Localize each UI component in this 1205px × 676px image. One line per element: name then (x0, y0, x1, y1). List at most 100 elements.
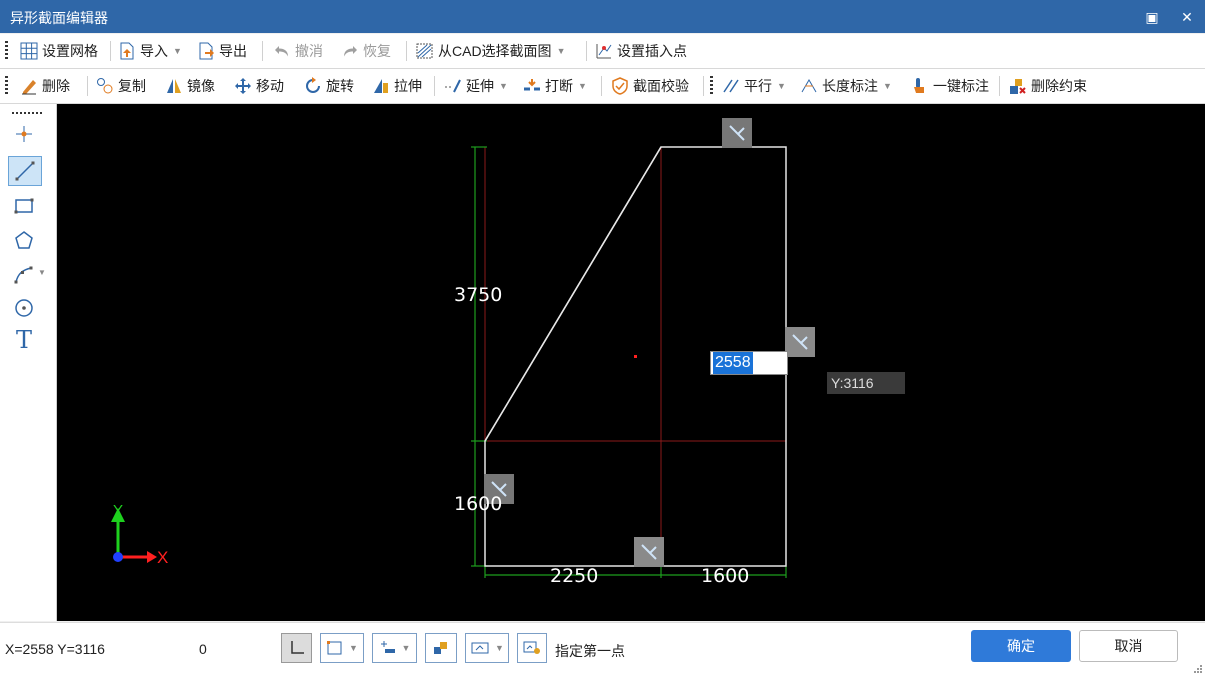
chevron-down-icon[interactable]: ▼ (883, 81, 892, 91)
toolbar-grip[interactable] (12, 112, 44, 114)
cad-select-label: 从CAD选择截面图 (438, 43, 552, 59)
chevron-down-icon[interactable]: ▼ (402, 643, 411, 653)
break-button[interactable]: 打断 ▼ (523, 74, 587, 98)
stretch-button[interactable]: 拉伸 (372, 74, 422, 98)
polyline-icon (14, 266, 33, 284)
restore-button[interactable]: ▣ (1142, 7, 1162, 27)
parallel-icon (723, 79, 739, 93)
cursor-coordinates: X=2558 Y=3116 (5, 641, 105, 657)
grip-handle[interactable] (722, 118, 752, 148)
cancel-button[interactable]: 取消 (1079, 630, 1178, 662)
extend-label: 延伸 (466, 78, 494, 94)
undo-icon (275, 46, 288, 57)
rotate-button[interactable]: 旋转 (304, 74, 354, 98)
one-click-dim-icon (914, 78, 924, 93)
delete-constraint-icon (1010, 79, 1026, 94)
export-icon (199, 42, 214, 60)
delete-constraint-button[interactable]: 删除约束 (1009, 74, 1087, 98)
window-title: 异形截面编辑器 (10, 10, 108, 26)
mirror-button[interactable]: 镜像 (165, 74, 215, 98)
toolbar-separator (262, 41, 263, 61)
toolbar-grip[interactable] (5, 41, 8, 61)
grid-snap-toggle[interactable]: ▼ (372, 633, 417, 663)
dimension-text: 3750 (454, 284, 503, 306)
polygon-tool[interactable] (8, 226, 40, 254)
grip-icon (641, 544, 657, 560)
polyline-tool[interactable]: ▼ (8, 260, 46, 288)
hint-toggle[interactable] (517, 633, 547, 663)
grip-icon (792, 334, 808, 350)
cad-select-button[interactable]: 从CAD选择截面图 ▼ (416, 39, 565, 63)
circle-tool[interactable] (8, 294, 40, 322)
copy-button[interactable]: 复制 (96, 74, 146, 98)
chevron-down-icon[interactable]: ▼ (495, 643, 504, 653)
grip-icon (729, 125, 745, 141)
one-click-dimension-label: 一键标注 (933, 78, 989, 94)
resize-grip-icon[interactable] (1192, 663, 1202, 673)
toolbar-separator (601, 76, 602, 96)
toolbar-grip[interactable] (710, 76, 713, 96)
text-tool[interactable]: T (8, 326, 40, 354)
chevron-down-icon[interactable]: ▼ (173, 46, 182, 56)
status-count: 0 (199, 641, 207, 657)
close-button[interactable]: ✕ (1177, 7, 1197, 27)
text-icon: T (15, 326, 32, 354)
length-dimension-button[interactable]: 长度标注 ▼ (800, 74, 892, 98)
chevron-down-icon[interactable]: ▼ (38, 268, 46, 277)
redo-button[interactable]: 恢复 (341, 39, 391, 63)
drawing-svg (111, 146, 787, 578)
set-insert-point-button[interactable]: 设置插入点 (595, 39, 687, 63)
copy-label: 复制 (118, 78, 146, 94)
coordinate-input[interactable]: 2558 (710, 351, 788, 375)
length-dimension-label: 长度标注 (822, 78, 878, 94)
ortho-toggle[interactable] (281, 633, 312, 663)
delete-button[interactable]: 删除 (20, 74, 70, 98)
snap-icon (327, 641, 342, 655)
toolbar-separator (434, 76, 435, 96)
dimension-toggle[interactable] (425, 633, 457, 663)
extend-button[interactable]: 延伸 ▼ (444, 74, 508, 98)
chevron-down-icon[interactable]: ▼ (499, 81, 508, 91)
export-button[interactable]: 导出 (197, 39, 247, 63)
parallel-label: 平行 (744, 78, 772, 94)
line-tool[interactable] (8, 156, 42, 186)
chevron-down-icon[interactable]: ▼ (777, 81, 786, 91)
status-bar: X=2558 Y=3116 0 ▼ ▼ ▼ 指定第一点 确定 取消 (0, 622, 1205, 676)
dimension-text: 1600 (701, 565, 750, 587)
dimension-text: 1600 (454, 493, 503, 515)
point-tool[interactable] (8, 120, 40, 148)
chevron-down-icon[interactable]: ▼ (349, 643, 358, 653)
import-button[interactable]: 导入 ▼ (118, 39, 182, 63)
export-label: 导出 (219, 43, 247, 59)
ok-button[interactable]: 确定 (971, 630, 1071, 662)
dimension-display-icon (434, 642, 447, 654)
snap-toggle[interactable]: ▼ (320, 633, 364, 663)
move-button[interactable]: 移动 (234, 74, 284, 98)
set-grid-button[interactable]: 设置网格 (20, 39, 98, 63)
parallel-button[interactable]: 平行 ▼ (722, 74, 786, 98)
display-toggle[interactable]: ▼ (465, 633, 509, 663)
ortho-icon (290, 641, 304, 654)
chevron-down-icon[interactable]: ▼ (578, 81, 587, 91)
display-icon (471, 642, 489, 654)
grip-handle[interactable] (785, 327, 815, 357)
toolbar-separator (110, 41, 111, 61)
rectangle-tool[interactable] (8, 192, 40, 220)
chevron-down-icon[interactable]: ▼ (557, 46, 566, 56)
set-grid-label: 设置网格 (42, 43, 98, 59)
import-icon (120, 42, 134, 60)
section-check-button[interactable]: 截面校验 (611, 74, 689, 98)
mirror-icon (167, 79, 181, 93)
one-click-dimension-button[interactable]: 一键标注 (911, 74, 989, 98)
grid-icon (20, 42, 38, 60)
copy-icon (97, 78, 113, 94)
drawing-canvas[interactable]: 3750 1600 2250 1600 2558 Y:3116 Y X (57, 104, 1205, 621)
toolbar-grip[interactable] (5, 76, 8, 96)
undo-button[interactable]: 撤消 (273, 39, 323, 63)
grip-handle[interactable] (634, 537, 664, 567)
draw-tools-panel: ▼ T (0, 104, 57, 621)
extend-icon (445, 79, 461, 93)
line-icon (15, 161, 35, 181)
hint-icon (523, 641, 540, 654)
cad-select-icon (416, 43, 433, 59)
